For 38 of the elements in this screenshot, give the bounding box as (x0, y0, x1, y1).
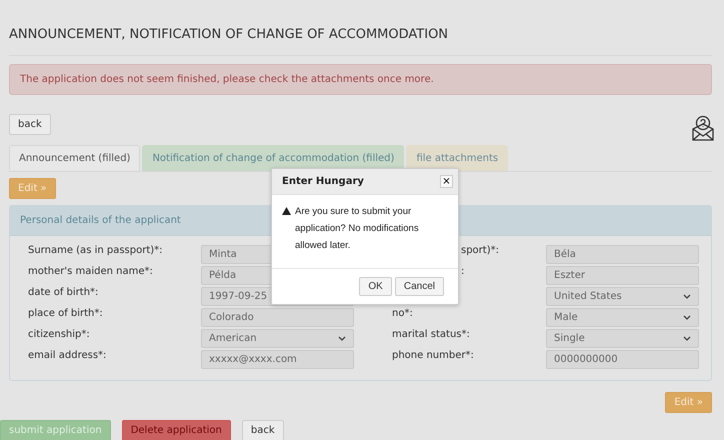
field-label: date of birth*: (28, 287, 98, 299)
input-field[interactable]: Béla (546, 245, 699, 264)
select-field[interactable]: Male (546, 308, 699, 327)
chevron-down-icon (683, 294, 691, 300)
page-title: ANNOUNCEMENT, NOTIFICATION OF CHANGE OF ACCOMMODATION (9, 0, 712, 56)
select-field[interactable]: Single (546, 329, 699, 348)
back-button[interactable]: back (242, 420, 284, 440)
select-field[interactable]: United States (546, 287, 699, 306)
dialog-button[interactable]: OK (359, 277, 392, 296)
dialog-button[interactable]: Cancel (394, 277, 444, 296)
field-label: citizenship*: (28, 329, 90, 341)
field-label: phone number*: (392, 350, 474, 362)
tab[interactable]: file attachments (406, 145, 508, 171)
chevron-down-icon (338, 336, 346, 342)
input-field[interactable]: 0000000000 (546, 350, 699, 369)
close-button[interactable]: × (440, 175, 453, 188)
field-label: email address*: (28, 350, 106, 362)
back-button[interactable]: back (9, 114, 51, 134)
input-field[interactable]: xxxxx@xxxx.com (201, 350, 354, 369)
delete-button[interactable]: Delete application (122, 420, 231, 440)
dialog-title: Enter Hungary (282, 176, 364, 187)
alert-message: The application does not seem finished, please check the attachments once more. (9, 64, 712, 95)
field-label: no*: (392, 308, 413, 320)
warning-icon (282, 207, 291, 215)
tab[interactable]: Announcement (filled) (9, 145, 140, 171)
field-label: place of birth*: (28, 308, 103, 320)
select-field[interactable]: American (201, 329, 354, 348)
help-mail-icon[interactable] (692, 115, 714, 141)
input-field[interactable]: Eszter (546, 266, 699, 285)
input-field[interactable]: Colorado (201, 308, 354, 327)
field-label: mother's maiden name*: (28, 266, 153, 278)
chevron-down-icon (683, 314, 691, 320)
field-label: marital status*: (392, 329, 470, 341)
field-label: sport)*: (461, 245, 499, 257)
field-label: : (461, 266, 464, 278)
tab[interactable]: Notification of change of accommodation (filled) (142, 145, 404, 171)
field-label: Surname (as in passport)*: (28, 245, 163, 257)
chevron-down-icon (683, 336, 691, 342)
